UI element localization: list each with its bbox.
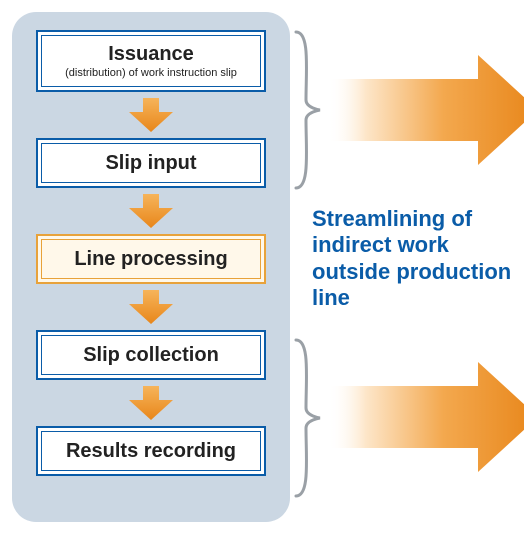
step-title: Results recording [66,440,236,463]
big-arrow-bottom-icon [328,362,524,472]
down-arrow-icon [129,194,173,228]
step-slip-input: Slip input [36,138,266,188]
step-results-recording: Results recording [36,426,266,476]
down-arrow-icon [129,386,173,420]
down-arrow-icon [129,290,173,324]
caption-text: Streamlining of indirect work outside pr… [312,206,522,312]
brace-bottom-icon [292,338,322,498]
brace-top-icon [292,30,322,190]
big-arrow-top-icon [328,55,524,165]
step-title: Slip input [105,152,196,175]
step-subtitle: (distribution) of work instruction slip [65,67,237,79]
step-title: Line processing [74,248,227,271]
step-line-processing: Line processing [36,234,266,284]
step-slip-collection: Slip collection [36,330,266,380]
step-issuance: Issuance (distribution) of work instruct… [36,30,266,92]
step-title: Slip collection [83,344,219,367]
flow-panel: Issuance (distribution) of work instruct… [12,12,290,522]
down-arrow-icon [129,98,173,132]
step-title: Issuance [108,43,194,66]
